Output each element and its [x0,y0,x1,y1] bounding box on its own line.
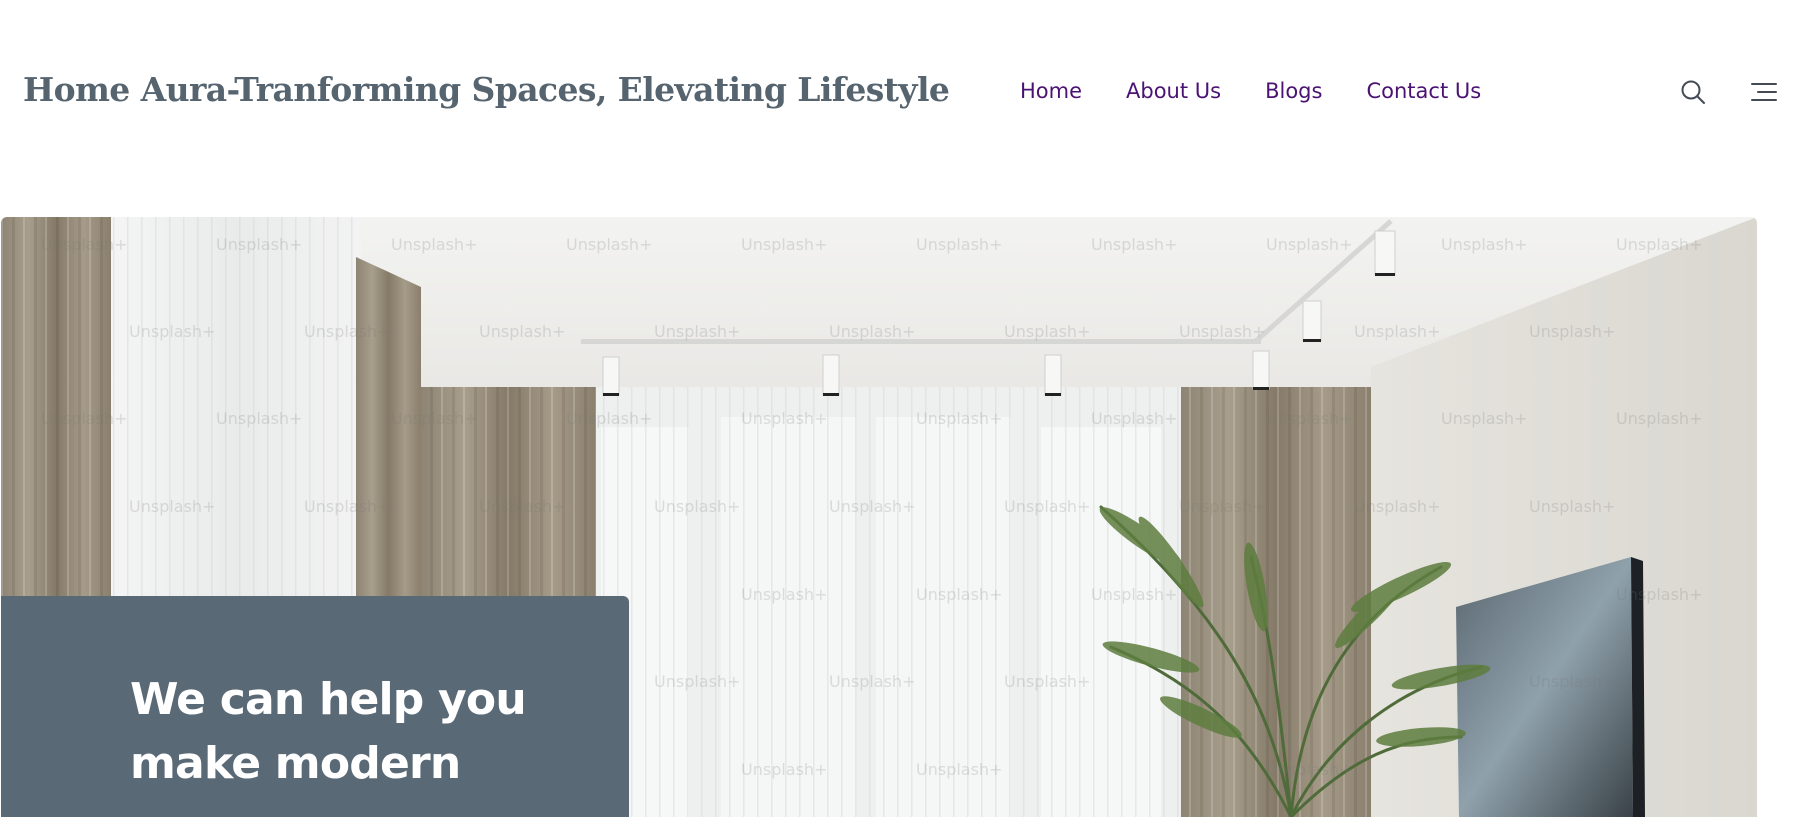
nav-link-home[interactable]: Home [1020,79,1082,103]
search-icon [1681,80,1705,104]
hamburger-menu-icon [1751,83,1777,101]
hero-heading: We can help you make modern [130,674,527,789]
menu-button[interactable] [1750,80,1778,104]
site-title[interactable]: Home Aura-Tranforming Spaces, Elevating … [23,70,950,109]
nav-link-contact-us[interactable]: Contact Us [1366,79,1481,103]
nav-link-about-us[interactable]: About Us [1126,79,1221,103]
site-header: Home Aura-Tranforming Spaces, Elevating … [0,0,1794,185]
search-button[interactable] [1679,78,1707,106]
main-nav: Home About Us Blogs Contact Us [1020,79,1481,103]
hero-section: Unsplash+ Unsplash+ Unsplash+ Unsplash+ … [1,217,1757,817]
hero-text-card: We can help you make modern [1,596,629,817]
nav-link-blogs[interactable]: Blogs [1265,79,1322,103]
